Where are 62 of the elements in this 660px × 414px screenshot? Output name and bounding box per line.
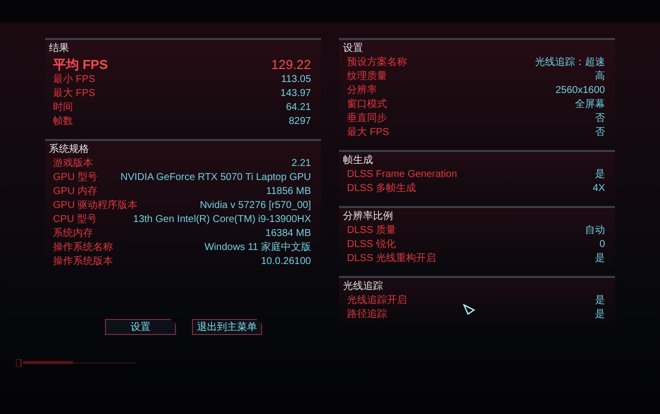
stat-label: 帧数	[53, 115, 73, 129]
stat-value: 是	[595, 168, 605, 182]
stat-label: DLSS 光线重构开启	[347, 252, 436, 266]
stat-label: DLSS 锐化	[347, 238, 396, 252]
stat-value: 光线追踪：超速	[535, 56, 605, 70]
stat-value: 143.97	[280, 87, 311, 101]
stat-label: 预设方案名称	[347, 56, 407, 70]
stat-label: 系统内存	[53, 227, 93, 241]
stat-label: GPU 驱动程序版本	[53, 199, 138, 213]
stat-value: 8297	[288, 115, 311, 129]
stat-label: GPU 内存	[53, 185, 98, 199]
section-title: 系统规格	[49, 143, 90, 157]
section-title: 设置	[343, 42, 364, 56]
section-title: 帧生成	[343, 154, 374, 168]
stat-value: 全屏幕	[575, 98, 605, 112]
menu-button[interactable]: 退出到主菜单	[192, 319, 262, 335]
stat-label: 最大 FPS	[347, 126, 390, 140]
stat-value: 4X	[592, 182, 605, 196]
stat-value: 10.0.26100	[260, 255, 311, 269]
stat-label: 游戏版本	[53, 157, 93, 171]
stat-value: Windows 11 家庭中文版	[204, 241, 311, 255]
stat-value: 16384 MB	[265, 227, 311, 241]
stat-label: 操作系统名称	[53, 241, 113, 255]
stat-value: 2560x1600	[556, 84, 605, 98]
stat-label: 分辨率	[347, 84, 377, 98]
stat-value: 是	[595, 252, 605, 266]
cursor-icon	[463, 304, 475, 316]
stat-value: 129.22	[271, 56, 311, 73]
stat-value: NVIDIA GeForce RTX 5070 Ti Laptop GPU	[120, 171, 311, 185]
stat-value: 否	[595, 112, 605, 126]
section-title: 光线追踪	[343, 280, 384, 294]
stat-label: DLSS Frame Generation	[347, 168, 458, 182]
menu-button[interactable]: 设置	[105, 319, 176, 335]
stat-value: 13th Gen Intel(R) Core(TM) i9-13900HX	[133, 213, 311, 227]
stat-label: 窗口模式	[347, 98, 387, 112]
stat-label: 路径追踪	[347, 308, 387, 322]
stat-label: 操作系统版本	[53, 255, 113, 269]
stat-label: DLSS 多帧生成	[347, 182, 416, 196]
section-title: 分辨率比例	[343, 210, 394, 224]
stat-value: 是	[595, 294, 605, 308]
section-title: 结果	[49, 42, 70, 56]
stat-value: 2.21	[292, 157, 311, 171]
stat-label: DLSS 质量	[347, 224, 396, 238]
decoration-icon	[16, 359, 136, 367]
stat-label: 纹理质量	[347, 70, 387, 84]
stat-label: CPU 型号	[53, 213, 97, 227]
stat-value: 11856 MB	[266, 185, 311, 199]
stat-label: 最大 FPS	[53, 87, 96, 101]
stat-value: 是	[595, 308, 605, 322]
stat-value: 113.05	[281, 73, 311, 87]
stat-value: 高	[595, 70, 605, 84]
stat-label: 平均 FPS	[53, 56, 108, 73]
stat-value: Nvidia v 57276 [r570_00]	[200, 199, 311, 213]
stat-label: 光线追踪开启	[347, 294, 407, 308]
stat-value: 0	[599, 238, 605, 252]
stat-label: 垂直同步	[347, 112, 387, 126]
stat-label: 时间	[53, 101, 73, 115]
stat-value: 否	[595, 126, 605, 140]
stat-label: 最小 FPS	[53, 73, 96, 87]
stat-value: 64.21	[286, 101, 311, 115]
stat-label: GPU 型号	[53, 171, 98, 185]
stat-value: 自动	[585, 224, 605, 238]
